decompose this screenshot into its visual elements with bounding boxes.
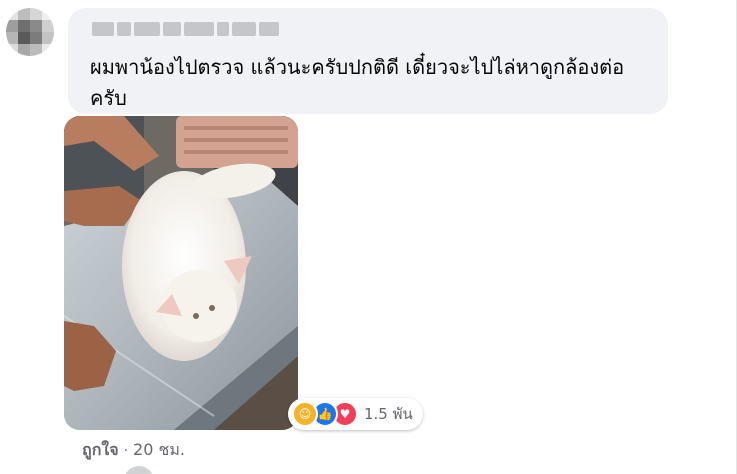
reaction-count: 1.5 พัน (364, 405, 413, 423)
comment-frame: ผมพาน้องไปตรวจ แล้วนะครับปกติดี เดี๋ยวจะ… (0, 0, 737, 474)
separator-dot: · (123, 442, 129, 459)
avatar[interactable] (6, 8, 54, 56)
reply-avatar[interactable] (124, 466, 154, 474)
timestamp-link[interactable]: 20 ชม. (133, 438, 185, 463)
comment-photo[interactable] (64, 116, 298, 430)
care-icon: ☺ (292, 401, 318, 427)
like-button[interactable]: ถูกใจ (82, 438, 119, 463)
reactions-pill[interactable]: ☺ 👍 ♥ 1.5 พัน (288, 398, 423, 430)
comment-bubble: ผมพาน้องไปตรวจ แล้วนะครับปกติดี เดี๋ยวจะ… (68, 8, 668, 114)
comment-text: ผมพาน้องไปตรวจ แล้วนะครับปกติดี เดี๋ยวจะ… (90, 55, 625, 110)
author-name-redacted[interactable] (92, 22, 654, 36)
comment-actions: ถูกใจ · 20 ชม. (82, 438, 185, 463)
